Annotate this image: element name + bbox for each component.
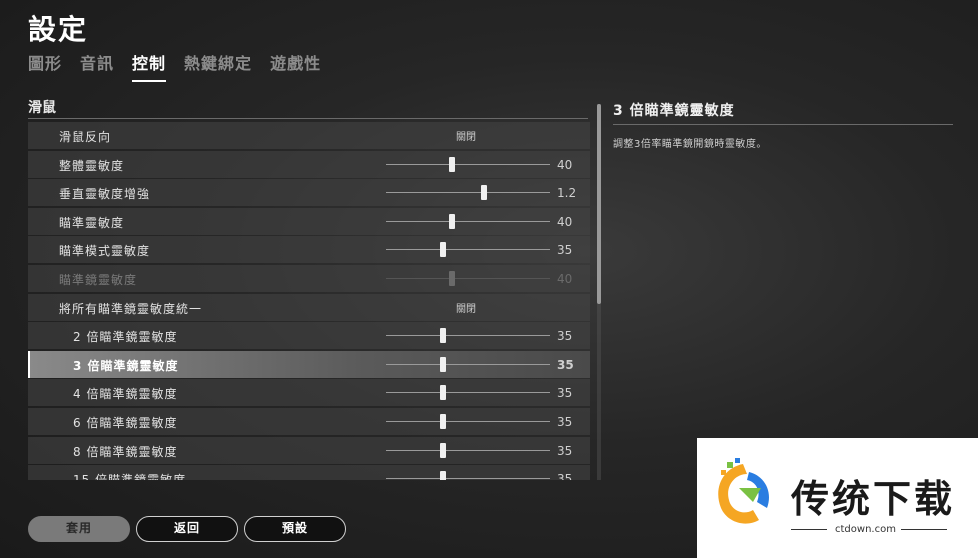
- settings-row-label: 瞄準鏡靈敏度: [59, 272, 138, 287]
- watermark-url: ctdown.com: [791, 524, 947, 536]
- settings-tabs: 圖形 音訊 控制 熱鍵綁定 遊戲性: [28, 50, 321, 82]
- tab-graphics[interactable]: 圖形: [28, 50, 62, 82]
- slider-thumb[interactable]: [440, 356, 447, 372]
- slider-track: [386, 270, 550, 286]
- settings-row[interactable]: 8 倍瞄準鏡靈敏度 35: [28, 436, 590, 464]
- slider-track[interactable]: [386, 328, 550, 344]
- watermark: 传统下载 ctdown.com: [697, 438, 978, 558]
- scrollbar-thumb[interactable]: [597, 104, 601, 304]
- tab-gameplay[interactable]: 遊戲性: [270, 50, 321, 82]
- slider-value: 35: [557, 414, 573, 429]
- slider-value: 40: [557, 157, 573, 172]
- slider-thumb[interactable]: [481, 185, 488, 201]
- slider-thumb[interactable]: [440, 385, 447, 401]
- settings-row-label: 15 倍瞄準鏡靈敏度: [73, 471, 186, 480]
- apply-button[interactable]: 套用: [28, 516, 130, 542]
- slider-value: 35: [557, 386, 573, 401]
- settings-row[interactable]: 2 倍瞄準鏡靈敏度 35: [28, 322, 590, 350]
- slider-thumb[interactable]: [440, 328, 447, 344]
- slider-thumb[interactable]: [440, 413, 447, 429]
- settings-row-label: 3 倍瞄準鏡靈敏度: [73, 358, 179, 373]
- slider-track[interactable]: [386, 471, 550, 480]
- slider-value: 40: [557, 214, 573, 229]
- slider-value: 35: [557, 443, 573, 458]
- slider-value: 35: [557, 243, 573, 258]
- slider-thumb[interactable]: [448, 213, 455, 229]
- settings-row[interactable]: 垂直靈敏度增強 1.2: [28, 179, 590, 207]
- slider-track[interactable]: [386, 242, 550, 258]
- settings-row-label: 滑鼠反向: [59, 130, 112, 144]
- slider-track[interactable]: [386, 385, 550, 401]
- watermark-brand: 传统下载: [791, 477, 956, 521]
- toggle-value[interactable]: 關閉: [456, 128, 476, 143]
- scrollbar[interactable]: [597, 104, 601, 480]
- tab-controls[interactable]: 控制: [132, 50, 167, 82]
- toggle-value[interactable]: 關閉: [456, 300, 476, 315]
- slider-value: 35: [557, 329, 573, 344]
- settings-row[interactable]: 3 倍瞄準鏡靈敏度 35: [28, 350, 590, 378]
- section-divider: [28, 118, 588, 119]
- watermark-url-line-left: [791, 529, 827, 530]
- slider-value: 35: [557, 357, 574, 372]
- settings-row: 瞄準鏡靈敏度 40: [28, 264, 590, 292]
- slider-thumb[interactable]: [448, 156, 455, 172]
- slider-track[interactable]: [386, 356, 550, 372]
- slider-track[interactable]: [386, 156, 550, 172]
- slider-track[interactable]: [386, 213, 550, 229]
- watermark-url-line-right: [901, 529, 947, 530]
- settings-row[interactable]: 4 倍瞄準鏡靈敏度 35: [28, 379, 590, 407]
- settings-row-label: 整體靈敏度: [59, 158, 125, 173]
- section-title-mouse: 滑鼠: [28, 100, 56, 116]
- settings-row-label: 將所有瞄準鏡靈敏度統一: [59, 301, 203, 316]
- settings-row[interactable]: 15 倍瞄準鏡靈敏度 35: [28, 465, 590, 480]
- slider-value: 35: [557, 472, 573, 480]
- settings-row[interactable]: 6 倍瞄準鏡靈敏度 35: [28, 407, 590, 435]
- slider-thumb: [448, 270, 455, 286]
- detail-divider: [613, 124, 953, 125]
- settings-row-label: 2 倍瞄準鏡靈敏度: [73, 330, 178, 345]
- detail-title: 3 倍瞄準鏡靈敏度: [613, 103, 735, 119]
- settings-row-label: 4 倍瞄準鏡靈敏度: [73, 387, 178, 402]
- watermark-url-text: ctdown.com: [835, 524, 896, 535]
- settings-row-label: 8 倍瞄準鏡靈敏度: [73, 444, 178, 459]
- tab-audio[interactable]: 音訊: [80, 50, 114, 82]
- tab-keybindings[interactable]: 熱鍵綁定: [184, 50, 252, 82]
- page-title: 設定: [28, 13, 89, 46]
- settings-row-label: 瞄準模式靈敏度: [59, 244, 151, 259]
- default-button[interactable]: 預設: [244, 516, 346, 542]
- settings-row[interactable]: 瞄準靈敏度 40: [28, 207, 590, 235]
- back-button[interactable]: 返回: [136, 516, 238, 542]
- slider-track[interactable]: [386, 185, 550, 201]
- settings-list: 滑鼠反向 關閉 整體靈敏度 40 垂直靈敏度增強 1.2 瞄準靈敏度 40 瞄準模式靈敏度 35 瞄…: [28, 122, 590, 480]
- detail-description: 調整3倍率瞄準鏡開鏡時靈敏度。: [613, 139, 767, 150]
- settings-row[interactable]: 將所有瞄準鏡靈敏度統一 關閉: [28, 293, 590, 321]
- settings-row-label: 6 倍瞄準鏡靈敏度: [73, 415, 178, 430]
- slider-track[interactable]: [386, 442, 550, 458]
- watermark-logo-icon: [718, 458, 769, 524]
- slider-thumb[interactable]: [440, 442, 447, 458]
- settings-row[interactable]: 滑鼠反向 關閉: [28, 122, 590, 149]
- slider-track[interactable]: [386, 413, 550, 429]
- slider-thumb[interactable]: [440, 242, 447, 258]
- settings-row[interactable]: 整體靈敏度 40: [28, 150, 590, 178]
- slider-value: 40: [557, 271, 573, 286]
- settings-row[interactable]: 瞄準模式靈敏度 35: [28, 236, 590, 264]
- slider-thumb[interactable]: [440, 471, 447, 480]
- settings-row-label: 垂直靈敏度增強: [59, 187, 151, 202]
- settings-row-label: 瞄準靈敏度: [59, 215, 125, 230]
- slider-value: 1.2: [557, 186, 577, 201]
